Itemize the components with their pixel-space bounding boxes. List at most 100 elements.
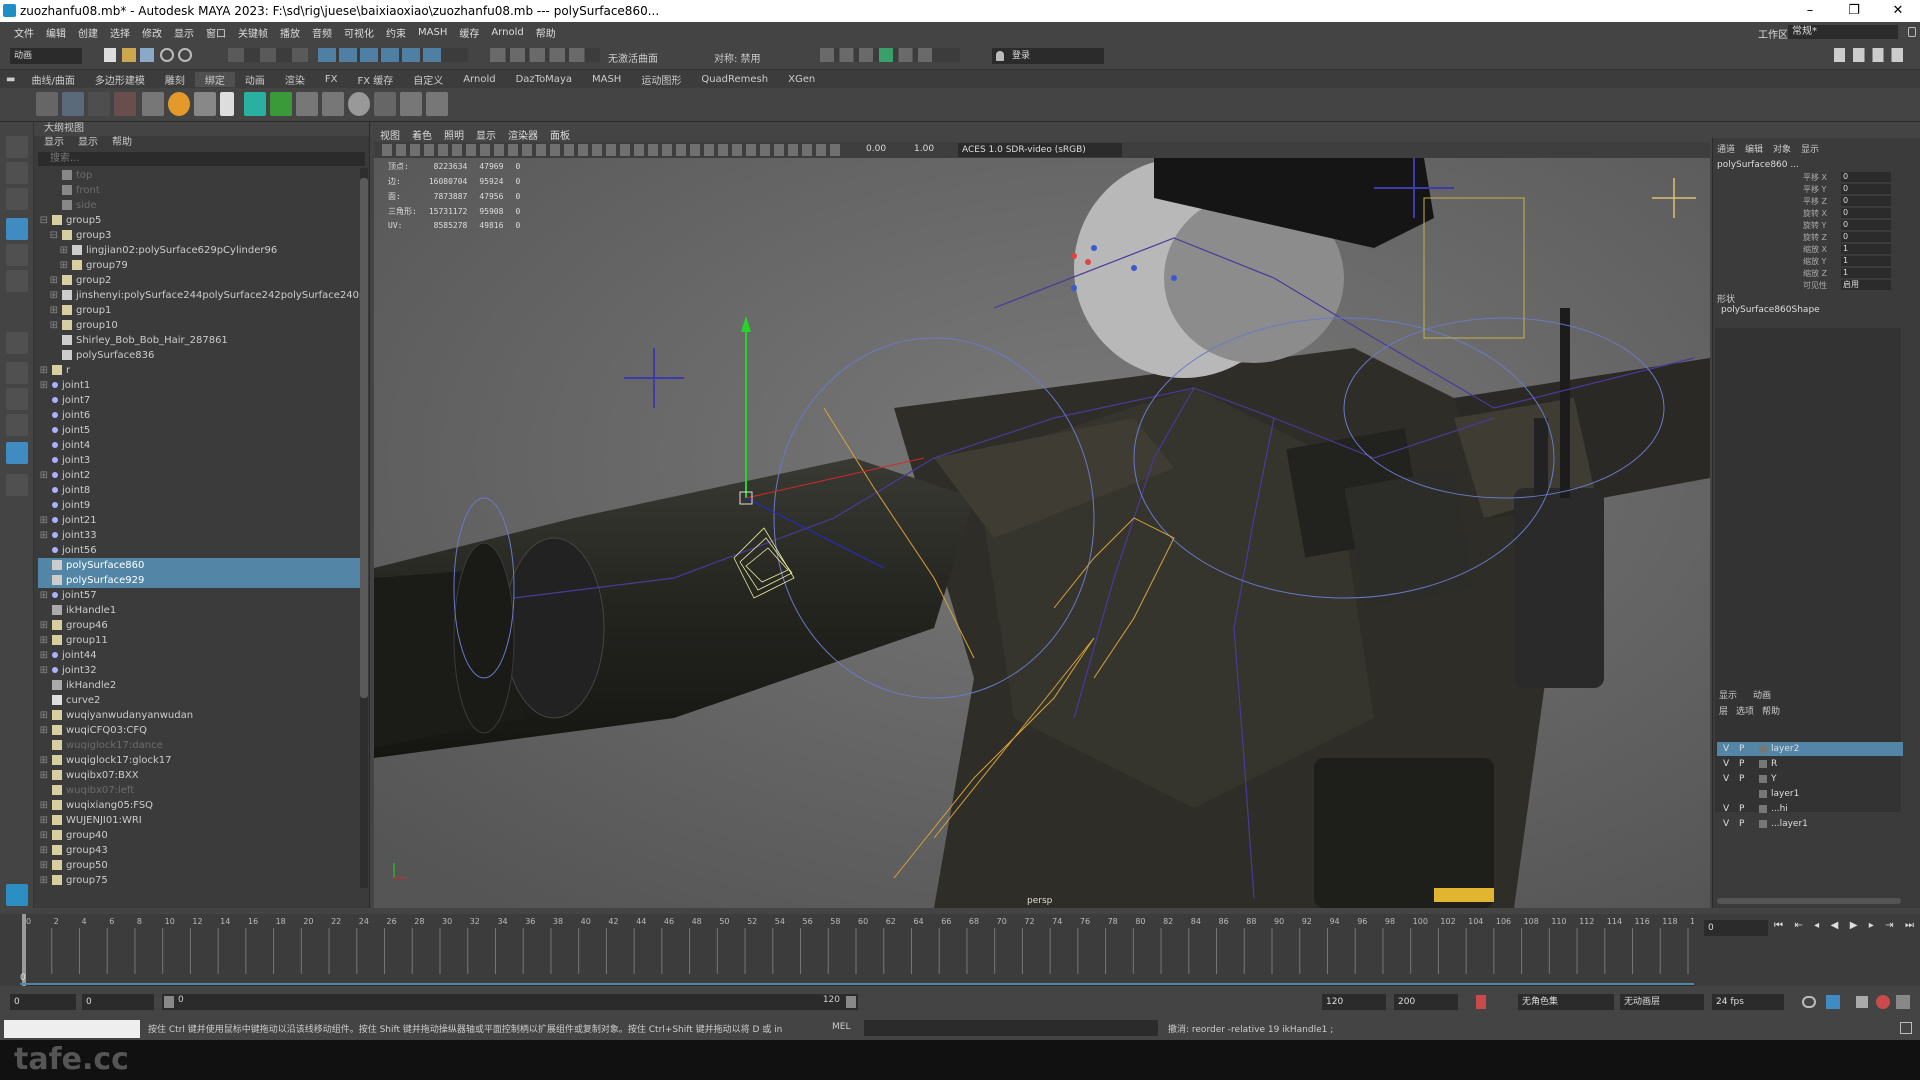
component-mask-icons[interactable] [318, 48, 468, 62]
go-to-end-icon[interactable]: ⏭ [1905, 920, 1914, 936]
outliner-row[interactable]: curve2 [38, 693, 360, 708]
expand-toggle-icon[interactable]: ⊞ [38, 243, 68, 258]
playback-controls[interactable]: ⏮ ⇤ ◂ ◀ ▶ ▸ ⇥ ⏭ [1774, 920, 1914, 936]
cb-attr-row[interactable]: 平移 Y 0 [1803, 184, 1903, 195]
layer-color-swatch[interactable] [1759, 760, 1767, 768]
outliner-row[interactable]: ⊞ joint2 [38, 468, 360, 483]
layer-row[interactable]: V Player2 [1717, 742, 1903, 756]
expand-toggle-icon[interactable]: ⊞ [38, 663, 48, 678]
menu-playback[interactable]: 播放 [280, 25, 300, 40]
outliner-row[interactable]: polySurface929 [38, 573, 360, 588]
expand-toggle-icon[interactable]: ⊞ [38, 873, 48, 888]
outliner-row[interactable]: wuqibx07:left [38, 783, 360, 798]
snap-icons[interactable] [490, 48, 600, 62]
cb-attr-value[interactable]: 0 [1841, 172, 1891, 182]
undo-icon[interactable] [160, 48, 174, 62]
sculpt-icon[interactable] [6, 332, 28, 354]
outliner-row[interactable]: ⊞ group46 [38, 618, 360, 633]
shelf-tab-fx-cache[interactable]: FX 缓存 [347, 72, 403, 87]
outliner-row[interactable]: ⊞ group79 [38, 258, 360, 273]
outliner-row[interactable]: ⊞ group75 [38, 873, 360, 888]
outliner-row[interactable]: ⊞ wuqiglock17:glock17 [38, 753, 360, 768]
outliner-menu-show[interactable]: 显示 [78, 136, 98, 150]
cb-attr-row[interactable]: 旋转 Z 0 [1803, 232, 1903, 243]
lasso-tool-icon[interactable] [6, 162, 28, 184]
layer-menu-layers[interactable]: 层 [1719, 704, 1728, 717]
layer-tab-anim[interactable]: 动画 [1753, 688, 1771, 701]
layer-color-swatch[interactable] [1759, 805, 1767, 813]
gamma-field[interactable]: 1.00 [914, 144, 934, 154]
layer-menu-options[interactable]: 选项 [1736, 704, 1754, 717]
outliner-row[interactable]: ⊞ group11 [38, 633, 360, 648]
outliner-row[interactable]: ⊞ joint32 [38, 663, 360, 678]
menu-windows[interactable]: 窗口 [206, 25, 226, 40]
layer-color-swatch[interactable] [1759, 820, 1767, 828]
cb-attr-value[interactable]: 0 [1841, 184, 1891, 194]
vp-menu-renderer[interactable]: 渲染器 [508, 127, 538, 142]
outliner-row[interactable]: ⊞ group2 [38, 273, 360, 288]
cb-menu-channels[interactable]: 通道 [1717, 142, 1735, 155]
four-view-icon[interactable] [6, 388, 28, 410]
vp-menu-view[interactable]: 视图 [380, 127, 400, 142]
prefs-icon[interactable] [1896, 995, 1910, 1009]
cb-attr-value[interactable]: 1 [1841, 256, 1891, 266]
outliner-row[interactable]: ⊞ wuqibx07:BXX [38, 768, 360, 783]
cb-attr-value[interactable]: 0 [1841, 220, 1891, 230]
time-slider[interactable]: 0 2 4 6 8 10 12 14 16 18 20 22 24 26 28 30 32 34 36 38 40 42 4… [20, 914, 1694, 986]
cb-attr-row[interactable]: 缩放 Z 1 [1803, 268, 1903, 279]
layer-tab-display[interactable]: 显示 [1719, 688, 1737, 701]
select-tool-icon[interactable] [6, 136, 28, 158]
outliner-row[interactable]: polySurface860 [38, 558, 360, 573]
loop-icon[interactable] [1802, 996, 1816, 1008]
range-slider[interactable]: 0 120 [162, 994, 858, 1010]
cb-attr-value[interactable]: 启用 [1841, 280, 1891, 290]
outliner-row[interactable]: ⊞ WUJENJI01:WRI [38, 813, 360, 828]
shelf-tab-menu-icon[interactable]: ▬ [0, 74, 21, 85]
expand-toggle-icon[interactable]: ⊞ [38, 513, 48, 528]
script-language-button[interactable]: MEL [832, 1022, 850, 1032]
menu-create[interactable]: 创建 [78, 25, 98, 40]
expand-toggle-icon[interactable]: ⊞ [38, 363, 48, 378]
menu-file[interactable]: 文件 [14, 25, 34, 40]
vp-menu-show[interactable]: 显示 [476, 127, 496, 142]
outliner-row[interactable]: ⊞ lingjian02:polySurface629pCylinder96 [38, 243, 360, 258]
expand-toggle-icon[interactable]: ⊞ [38, 633, 48, 648]
expand-toggle-icon[interactable]: ⊞ [38, 258, 68, 273]
layer-playback-toggle[interactable]: P [1739, 757, 1744, 771]
go-to-start-icon[interactable]: ⏮ [1774, 920, 1783, 936]
vp-menu-shading[interactable]: 着色 [412, 127, 432, 142]
outliner-row[interactable]: wuqiglock17:dance [38, 738, 360, 753]
expand-toggle-icon[interactable]: ⊞ [38, 708, 48, 723]
layer-menu-help[interactable]: 帮助 [1762, 704, 1780, 717]
shelf-tab-motion-graphics[interactable]: 运动图形 [631, 72, 691, 87]
close-button[interactable]: ✕ [1876, 0, 1920, 22]
step-back-key-icon[interactable]: ⇤ [1794, 920, 1802, 936]
cb-attr-row[interactable]: 平移 Z 0 [1803, 196, 1903, 207]
expand-toggle-icon[interactable]: ⊞ [38, 813, 48, 828]
cb-attr-value[interactable]: 1 [1841, 244, 1891, 254]
menu-help[interactable]: 帮助 [536, 25, 556, 40]
two-view-icon[interactable] [6, 414, 28, 436]
outliner-row[interactable]: ⊞ group10 [38, 318, 360, 333]
layer-row[interactable]: V P ...layer1 [1717, 817, 1903, 831]
outliner-row[interactable]: ⊞ joint1 [38, 378, 360, 393]
outliner-layout-icon[interactable] [6, 442, 28, 464]
shelf-skin-icon[interactable] [142, 92, 164, 116]
menu-select[interactable]: 选择 [110, 25, 130, 40]
playback-end-field[interactable]: 120 [1322, 994, 1386, 1010]
current-frame-field[interactable]: 0 [1704, 920, 1768, 936]
range-handle-end[interactable] [846, 996, 856, 1008]
menu-audio[interactable]: 音频 [312, 25, 332, 40]
outliner-row[interactable]: ⊞ wuqiyanwudanyanwudan [38, 708, 360, 723]
layer-visibility-toggle[interactable]: V [1723, 817, 1729, 831]
key-icon[interactable] [1476, 995, 1486, 1009]
anim-end-field[interactable]: 200 [1394, 994, 1458, 1010]
save-scene-icon[interactable] [140, 48, 154, 62]
select-mode-icons[interactable] [228, 48, 308, 62]
command-line-input[interactable] [864, 1020, 1158, 1036]
scale-tool-icon[interactable] [6, 270, 28, 292]
cb-menu-object[interactable]: 对象 [1773, 142, 1791, 155]
rotate-tool-icon[interactable] [6, 244, 28, 266]
taskbar-thumb[interactable] [4, 1020, 140, 1038]
maximize-button[interactable]: ❐ [1832, 0, 1876, 22]
